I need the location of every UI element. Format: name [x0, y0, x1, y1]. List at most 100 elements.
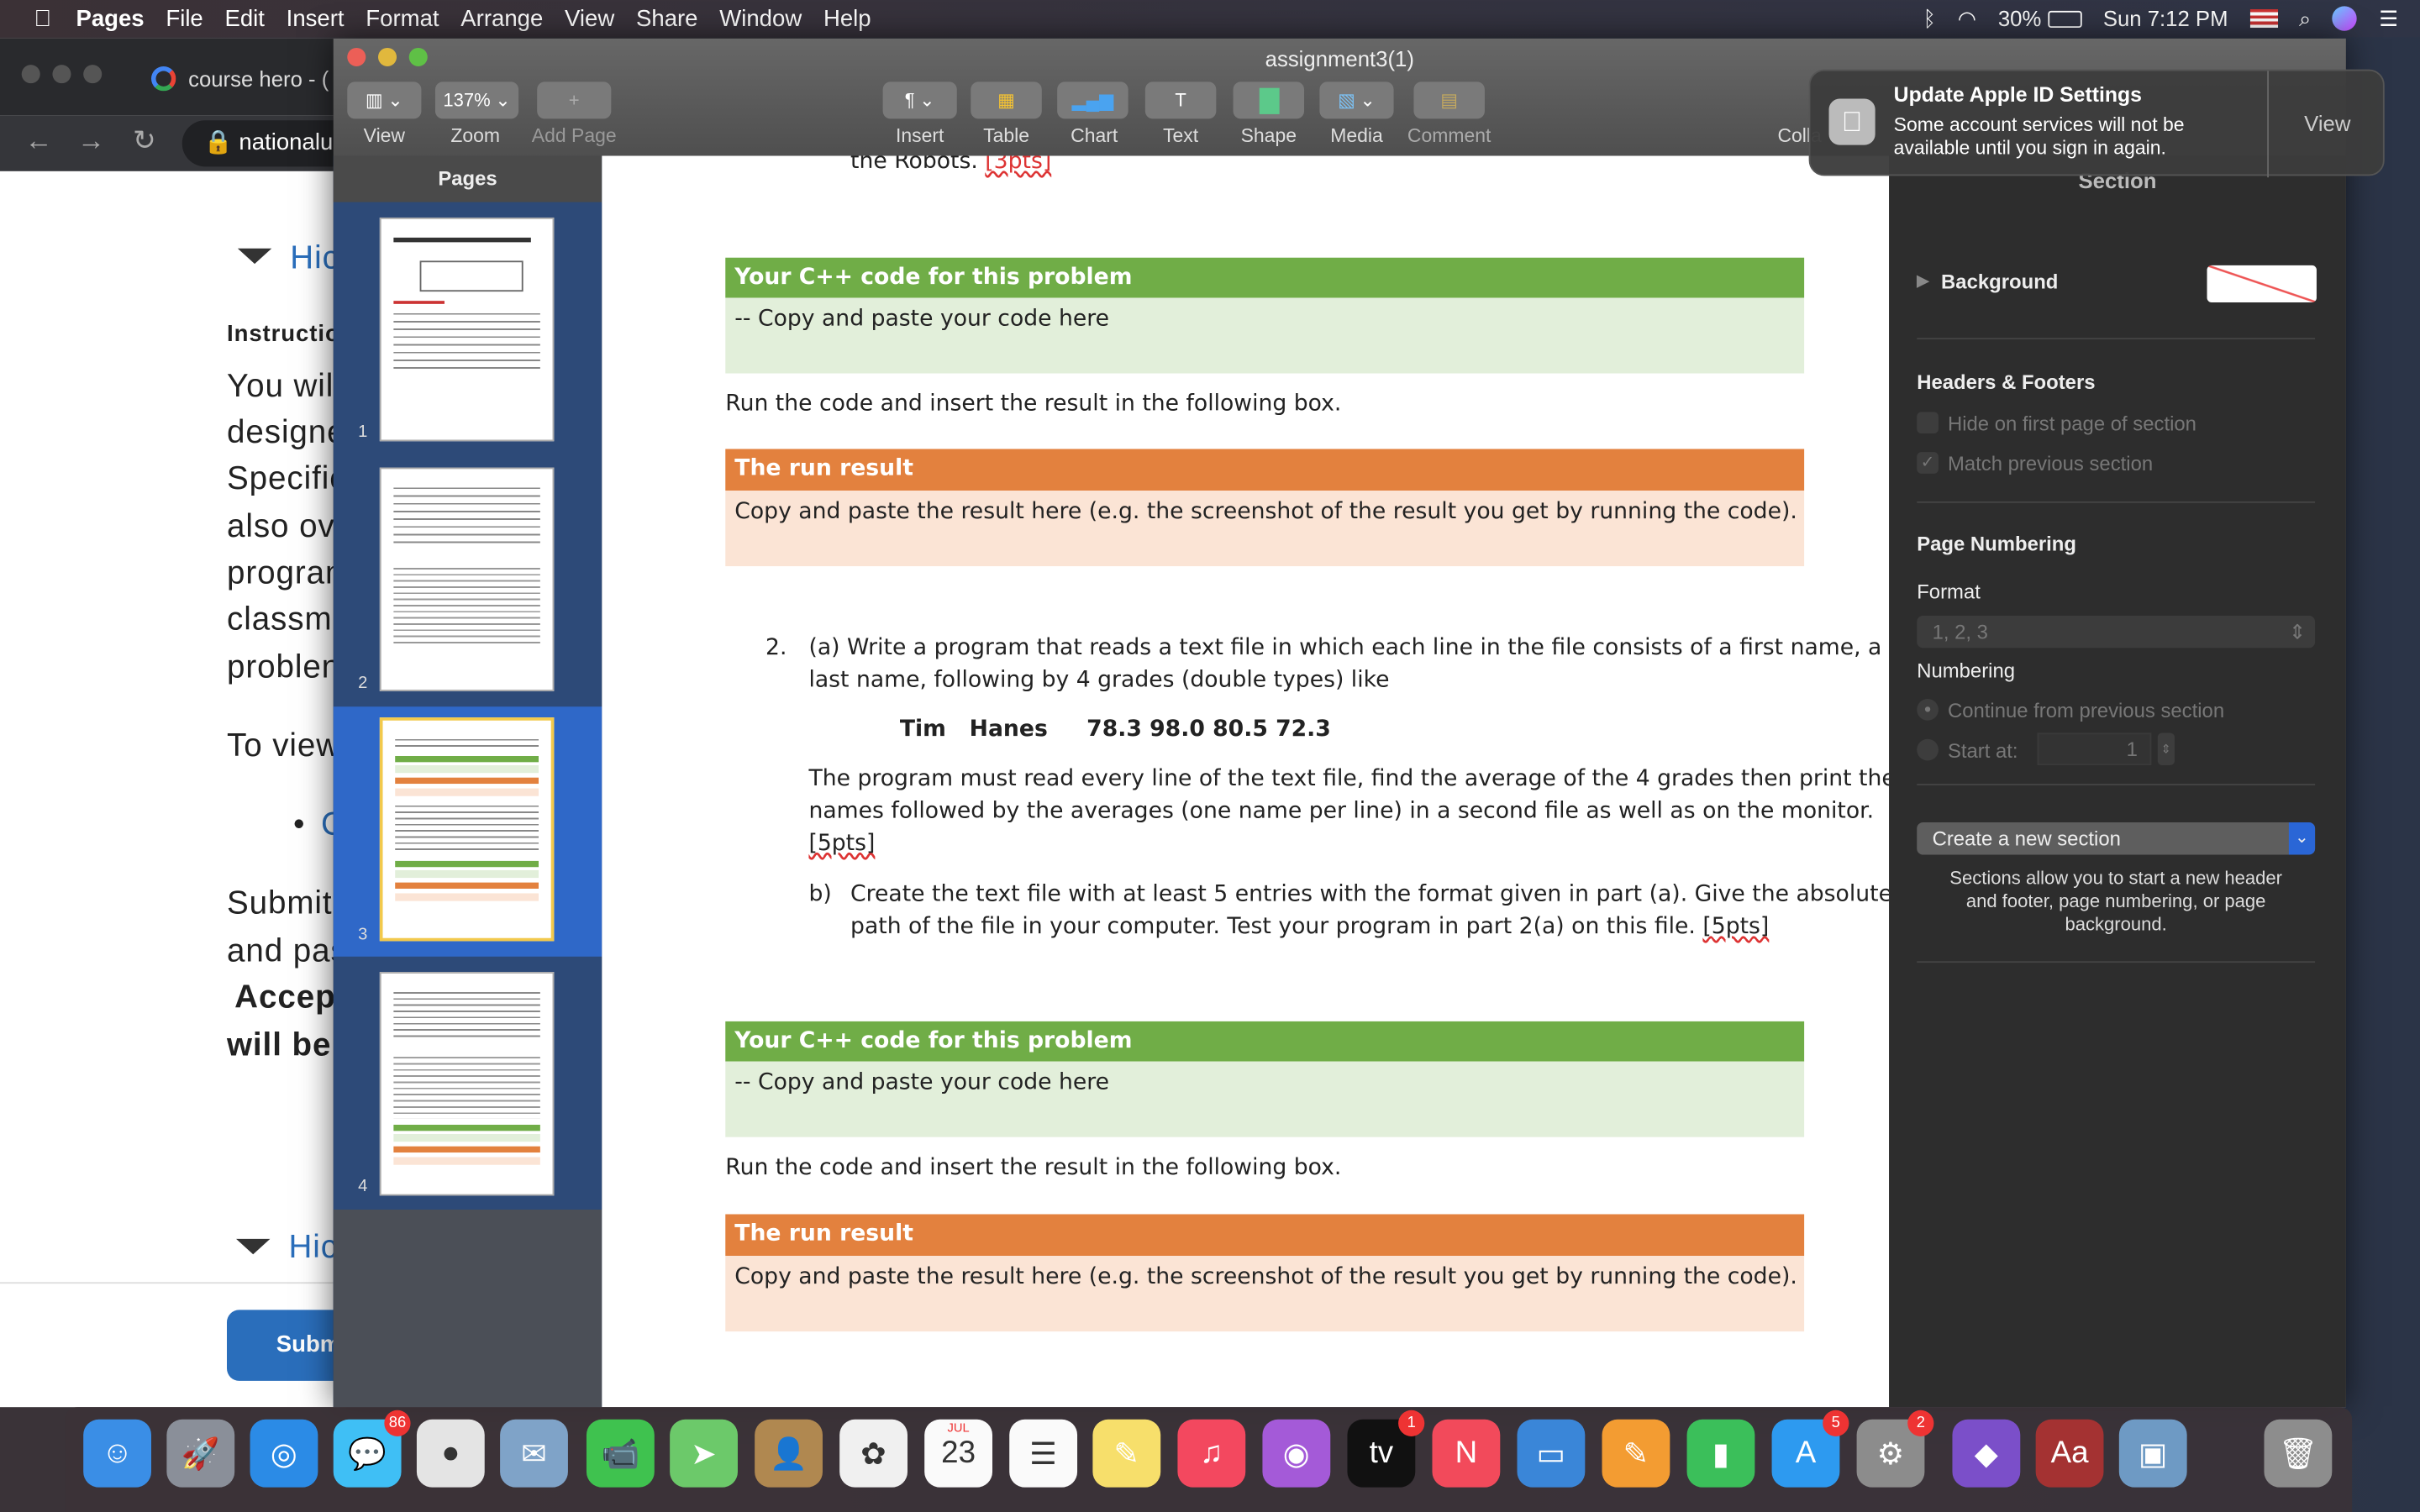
chart-button[interactable]: ▂▄▆	[1057, 81, 1128, 119]
notification-banner[interactable]:  Update Apple ID Settings Some account …	[1808, 69, 2386, 178]
insert-button[interactable]: ¶ ⌄	[882, 81, 957, 119]
battery-percent[interactable]: 30%	[1998, 6, 2041, 30]
dock-visual-studio-icon[interactable]: ◆	[1952, 1419, 2021, 1488]
app-store-glyph: A	[1795, 1436, 1817, 1470]
notification-view-button[interactable]: View	[2269, 111, 2386, 135]
start-at-field[interactable]: 1	[2037, 732, 2152, 766]
browser-tab[interactable]: course hero - (	[150, 66, 329, 92]
dock-maps-icon[interactable]: ➤	[670, 1419, 738, 1488]
dock-app-store-icon[interactable]: A5	[1771, 1410, 1849, 1488]
us-flag-icon[interactable]	[2249, 9, 2278, 29]
menu-file[interactable]: File	[166, 5, 203, 31]
dock-contacts-icon[interactable]: 👤	[755, 1419, 823, 1488]
comment-icon: ▤	[1440, 89, 1459, 112]
menu-share[interactable]: Share	[636, 5, 698, 31]
dock-reminders-icon[interactable]: ☰	[1009, 1419, 1078, 1488]
run-result-body[interactable]: Copy and paste the result here (e.g. the…	[725, 491, 1805, 567]
shape-icon	[1258, 87, 1279, 113]
page-thumbnail-4[interactable]	[379, 972, 555, 1196]
page-numbering-heading: Page Numbering	[1917, 532, 2076, 556]
forward-icon[interactable]: →	[77, 125, 105, 158]
spotlight-search-icon[interactable]: ⌕	[2299, 5, 2311, 31]
start-at-radio[interactable]: Start at:	[1917, 738, 2018, 762]
dock-pages-icon[interactable]: ✎	[1602, 1419, 1670, 1488]
text-button[interactable]: T	[1144, 81, 1217, 119]
dock-news-icon[interactable]: N	[1432, 1419, 1501, 1488]
hide-link[interactable]: Hic	[288, 1230, 337, 1267]
dock-tv-icon[interactable]: tv 1	[1347, 1410, 1425, 1488]
code-box-body[interactable]: -- Copy and paste your code here	[725, 297, 1805, 374]
continue-radio[interactable]: ● Continue from previous section	[1917, 699, 2224, 722]
dock-keynote-icon[interactable]: ▭	[1517, 1419, 1586, 1488]
back-icon[interactable]: ←	[24, 125, 52, 158]
background-color-well[interactable]	[2207, 265, 2317, 302]
wifi-icon[interactable]: ◠	[1958, 5, 1976, 31]
match-previous-checkbox[interactable]: ✓ Match previous section	[1917, 452, 2153, 475]
hide-link[interactable]: Hic	[290, 241, 339, 278]
insert-label: Insert	[895, 124, 944, 147]
media-button[interactable]: ▧ ⌄	[1319, 81, 1394, 119]
badge: 86	[384, 1410, 411, 1436]
menu-arrange[interactable]: Arrange	[460, 5, 543, 31]
hide-first-page-checkbox[interactable]: Hide on first page of section	[1917, 412, 2196, 435]
format-select[interactable]: 1, 2, 3 ⇕	[1917, 615, 2316, 648]
menu-format[interactable]: Format	[366, 5, 439, 31]
page-thumbnail-3[interactable]	[379, 717, 555, 942]
shape-button[interactable]	[1233, 81, 1305, 119]
launchpad-glyph: 🚀	[181, 1436, 220, 1472]
news-glyph: N	[1455, 1436, 1478, 1470]
dock-system-preferences-icon[interactable]: ⚙ 2	[1856, 1410, 1934, 1488]
comment-button[interactable]: ▤	[1413, 81, 1485, 119]
collapse-triangle-icon[interactable]	[236, 1238, 271, 1255]
zoom-select[interactable]: 137% ⌄	[434, 81, 519, 119]
run-result-body[interactable]: Copy and paste the result here (e.g. the…	[725, 1256, 1805, 1332]
bullet: •	[292, 806, 306, 843]
apple-menu-icon[interactable]: 	[34, 5, 51, 31]
dock-finder-icon[interactable]: ☺	[83, 1419, 151, 1488]
notification-center-icon[interactable]: ☰	[2379, 5, 2398, 31]
dock-calendar-icon[interactable]: 23 JUL	[924, 1419, 993, 1488]
dock-chrome-icon[interactable]: ●	[416, 1419, 485, 1488]
dock-podcasts-icon[interactable]: ◉	[1262, 1419, 1331, 1488]
dock-notes-icon[interactable]: ✎	[1092, 1419, 1161, 1488]
reload-icon[interactable]: ↻	[133, 125, 156, 158]
dock-messages-icon[interactable]: 💬 86	[333, 1410, 411, 1488]
menu-help[interactable]: Help	[823, 5, 871, 31]
dock-safari-icon[interactable]: ◎	[250, 1419, 318, 1488]
menu-insert[interactable]: Insert	[287, 5, 345, 31]
page-thumbnail-1[interactable]	[379, 217, 555, 442]
dock-dictionary-icon[interactable]: Aa	[2035, 1419, 2104, 1488]
dock-numbers-icon[interactable]: ▮	[1686, 1419, 1755, 1488]
lock-icon: 🔒	[203, 129, 233, 156]
battery-icon[interactable]	[2047, 9, 2082, 28]
dock-preview-icon[interactable]: ▣	[2118, 1419, 2187, 1488]
page-thumbnails-sidebar: Pages 1 2 3 4	[333, 155, 602, 1408]
dock-music-icon[interactable]: ♫	[1177, 1419, 1246, 1488]
start-at-stepper[interactable]: ⇕	[2157, 732, 2175, 766]
question-number: 2.	[765, 635, 787, 661]
tv-glyph: tv	[1369, 1436, 1394, 1470]
menu-window[interactable]: Window	[719, 5, 802, 31]
menu-view[interactable]: View	[565, 5, 614, 31]
add-page-button[interactable]: +	[537, 81, 612, 119]
browser-traffic-lights[interactable]	[21, 65, 103, 84]
dock-facetime-icon[interactable]: 📹	[586, 1419, 655, 1488]
bluetooth-icon[interactable]: ᛒ	[1923, 6, 1936, 30]
dock-launchpad-icon[interactable]: 🚀	[166, 1419, 235, 1488]
dock-photos-icon[interactable]: ✿	[839, 1419, 908, 1488]
menu-edit[interactable]: Edit	[224, 5, 264, 31]
background-disclosure[interactable]: ▶ Background	[1917, 270, 2058, 294]
dock-mail-icon[interactable]: ✉	[500, 1419, 568, 1488]
chevron-down-icon: ⌄	[495, 89, 511, 112]
table-button[interactable]: ▦	[971, 81, 1042, 119]
clock[interactable]: Sun 7:12 PM	[2103, 6, 2228, 30]
create-section-popup[interactable]: Create a new section ⌄	[1917, 822, 2316, 855]
collapse-triangle-icon[interactable]	[237, 248, 272, 265]
page-thumbnail-2[interactable]	[379, 467, 555, 691]
menu-app-pages[interactable]: Pages	[76, 5, 144, 31]
siri-icon[interactable]	[2333, 6, 2358, 31]
view-button[interactable]: ▥ ⌄	[347, 81, 422, 119]
document-canvas[interactable]: the Robots. [3pts] Your C++ code for thi…	[602, 155, 1890, 1408]
dock-trash-icon[interactable]: 🗑	[2264, 1419, 2333, 1488]
code-box-body[interactable]: -- Copy and paste your code here	[725, 1061, 1805, 1137]
